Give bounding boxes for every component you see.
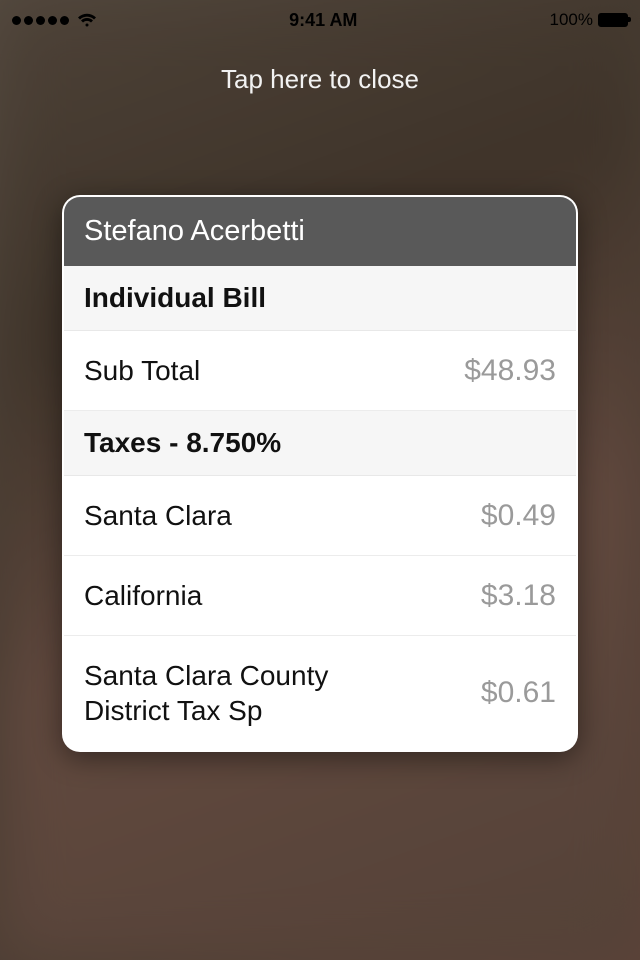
status-left — [12, 13, 97, 28]
bill-card: Stefano Acerbetti Individual Bill Sub To… — [62, 195, 578, 752]
tax-value: $0.49 — [481, 499, 556, 533]
tax-label: Santa Clara County District Tax Sp — [84, 658, 394, 728]
subtotal-value: $48.93 — [464, 354, 556, 388]
row-tax-district: Santa Clara County District Tax Sp $0.61 — [64, 636, 576, 750]
section-taxes: Taxes - 8.750% — [64, 411, 576, 476]
signal-strength-icon — [12, 16, 69, 25]
status-right: 100% — [550, 10, 628, 30]
row-tax-santa-clara: Santa Clara $0.49 — [64, 476, 576, 556]
person-name-header: Stefano Acerbetti — [64, 197, 576, 266]
wifi-icon — [77, 13, 97, 28]
status-bar: 9:41 AM 100% — [0, 0, 640, 40]
battery-icon — [598, 13, 628, 27]
tax-value: $3.18 — [481, 579, 556, 613]
close-hint[interactable]: Tap here to close — [0, 64, 640, 95]
section-individual-bill: Individual Bill — [64, 266, 576, 331]
card-body: Individual Bill Sub Total $48.93 Taxes -… — [64, 266, 576, 750]
tax-value: $0.61 — [481, 676, 556, 710]
tax-label: Santa Clara — [84, 498, 232, 533]
tax-label: California — [84, 578, 202, 613]
status-time: 9:41 AM — [289, 10, 357, 31]
row-subtotal: Sub Total $48.93 — [64, 331, 576, 411]
battery-percent: 100% — [550, 10, 593, 30]
row-tax-california: California $3.18 — [64, 556, 576, 636]
subtotal-label: Sub Total — [84, 353, 200, 388]
